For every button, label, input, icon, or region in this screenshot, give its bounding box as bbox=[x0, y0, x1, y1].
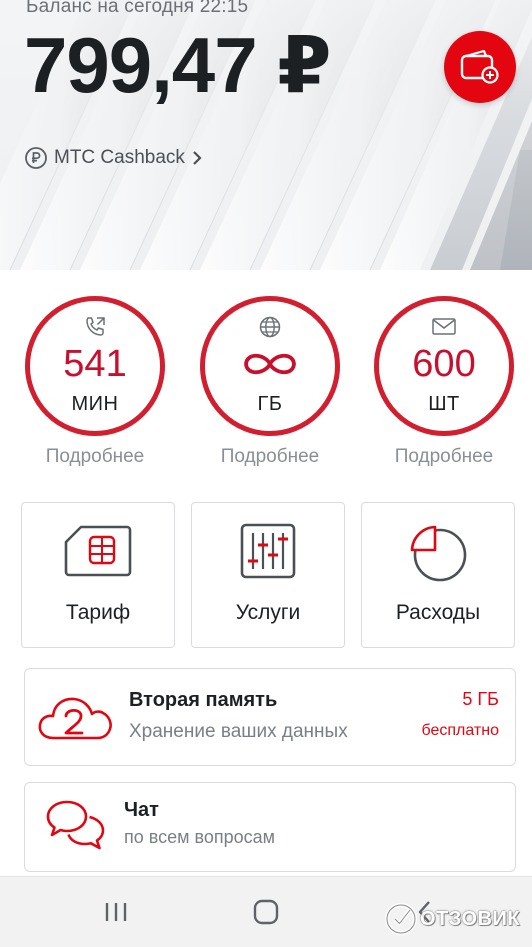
remain-internet[interactable]: ГБ Подробнее bbox=[195, 296, 345, 468]
balance-header: Баланс на сегодня 22:15 799,47 ₽ МТС Cas… bbox=[0, 0, 532, 270]
second-memory-amount: 5 ГБ bbox=[462, 689, 499, 709]
remain-sms[interactable]: 600 ШТ Подробнее bbox=[369, 296, 519, 468]
balance-caption: Баланс на сегодня 22:15 bbox=[26, 0, 249, 17]
pie-chart-icon bbox=[362, 523, 514, 583]
recent-apps-button[interactable] bbox=[86, 877, 146, 947]
remain-value-sms: 600 bbox=[412, 343, 476, 385]
tile-label-expenses: Расходы bbox=[395, 601, 481, 624]
recent-apps-icon bbox=[105, 903, 127, 921]
balance-amount[interactable]: 799,47 ₽ bbox=[24, 26, 332, 104]
top-up-wallet-button[interactable] bbox=[444, 31, 516, 103]
chat-subtitle: по всем вопросам bbox=[124, 827, 276, 847]
chevron-right-icon bbox=[191, 150, 203, 166]
otzovik-watermark-text: ОТЗОВИК bbox=[420, 907, 521, 930]
second-memory-card[interactable]: Вторая память Хранение ваших данных 5 ГБ… bbox=[24, 668, 516, 766]
chat-bubbles-icon bbox=[45, 799, 107, 853]
otzovik-logo-icon bbox=[385, 903, 417, 935]
cashback-link[interactable]: МТС Cashback bbox=[24, 144, 203, 172]
tile-tariff[interactable]: Тариф bbox=[21, 502, 175, 648]
chat-card[interactable]: Чат по всем вопросам bbox=[24, 782, 516, 872]
wallet-plus-icon bbox=[460, 50, 499, 84]
remain-value-minutes: 541 bbox=[63, 343, 127, 385]
home-button[interactable] bbox=[236, 877, 296, 947]
remain-minutes[interactable]: 541 МИН Подробнее bbox=[20, 296, 170, 468]
second-memory-title: Вторая память bbox=[129, 689, 278, 711]
remain-details-link-internet[interactable]: Подробнее bbox=[195, 446, 345, 468]
home-icon bbox=[253, 899, 279, 925]
remain-details-link-sms[interactable]: Подробнее bbox=[369, 446, 519, 468]
phone-icon bbox=[83, 315, 107, 339]
chat-title: Чат bbox=[124, 799, 159, 821]
remain-unit-minutes: МИН bbox=[71, 393, 119, 415]
remain-details-link-minutes[interactable]: Подробнее bbox=[20, 446, 170, 468]
remain-ring-internet[interactable]: ГБ bbox=[200, 296, 340, 436]
sliders-icon bbox=[192, 523, 344, 579]
tile-label-services: Услуги bbox=[235, 601, 301, 624]
remain-unit-internet: ГБ bbox=[257, 393, 283, 415]
remains-section: 541 МИН Подробнее ГБ Подробнее 600 ШТ По… bbox=[0, 296, 532, 476]
tile-services[interactable]: Услуги bbox=[191, 502, 345, 648]
otzovik-watermark: ОТЗОВИК bbox=[384, 902, 520, 936]
remain-unit-sms: ШТ bbox=[428, 393, 460, 415]
sim-card-icon bbox=[22, 523, 174, 579]
second-memory-subtitle: Хранение ваших данных bbox=[129, 721, 348, 742]
cashback-label: МТС Cashback bbox=[54, 147, 185, 168]
remain-ring-minutes[interactable]: 541 МИН bbox=[25, 296, 165, 436]
tile-expenses[interactable]: Расходы bbox=[361, 502, 515, 648]
ruble-coin-icon bbox=[25, 147, 47, 169]
envelope-icon bbox=[431, 315, 457, 337]
tile-label-tariff: Тариф bbox=[65, 601, 131, 624]
remain-ring-sms[interactable]: 600 ШТ bbox=[374, 296, 514, 436]
globe-icon bbox=[258, 315, 282, 339]
second-memory-price: бесплатно bbox=[421, 722, 500, 739]
infinity-icon bbox=[241, 349, 299, 379]
cloud-2-icon bbox=[37, 695, 115, 741]
